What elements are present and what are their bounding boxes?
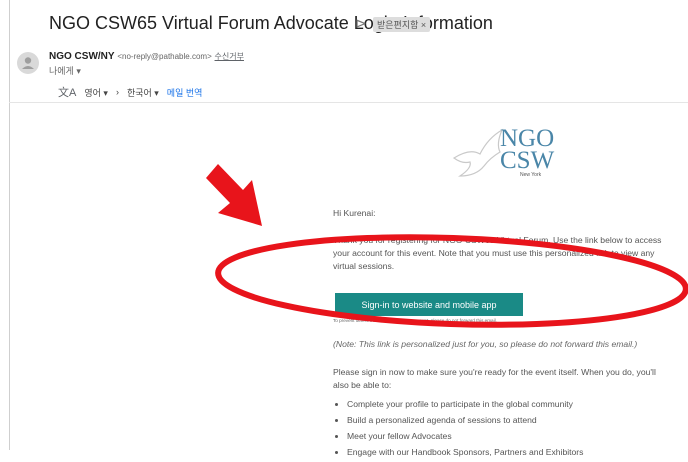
recipient-dropdown[interactable]: 나에게 ▾ xyxy=(49,64,81,77)
intro-paragraph: Thank you for registering for NGO CSW65 … xyxy=(333,235,662,271)
sender-avatar xyxy=(17,52,39,74)
sign-in-button[interactable]: Sign-in to website and mobile app xyxy=(335,293,523,316)
ngo-csw-logo: NGO CSW New York xyxy=(452,125,555,178)
personalized-note: (Note: This link is personalized just fo… xyxy=(333,339,638,349)
logo-csw-text: CSW xyxy=(500,147,555,174)
benefits-list: Complete your profile to participate in … xyxy=(333,398,677,462)
sender-address: <no-reply@pathable.com> xyxy=(117,52,212,61)
logo-newyork-text: New York xyxy=(520,172,542,178)
annotation-arrow xyxy=(206,164,262,226)
importance-marker-icon[interactable]: ⊳ xyxy=(355,15,367,32)
source-language-select[interactable]: 영어 ▾ xyxy=(84,86,108,99)
target-language-select[interactable]: 한국어 ▾ xyxy=(127,86,159,99)
list-item: Engage with our Handbook Sponsors, Partn… xyxy=(347,446,677,462)
list-item: Complete your profile to participate in … xyxy=(347,398,677,414)
sign-in-paragraph: Please sign in now to make sure you're r… xyxy=(333,367,656,390)
header-divider xyxy=(9,102,688,103)
arrow-right-icon: › xyxy=(115,87,119,97)
inbox-label-chip[interactable]: 받은편지함 × xyxy=(373,17,431,32)
list-item: Meet your fellow Advocates xyxy=(347,430,677,446)
list-item: Build a personalized agenda of sessions … xyxy=(347,414,677,430)
left-frame-border xyxy=(0,0,10,450)
sender-line: NGO CSW/NY <no-reply@pathable.com> 수신거부 xyxy=(49,51,244,62)
translate-icon: 文A xyxy=(58,87,77,99)
translate-message-link[interactable]: 메일 번역 xyxy=(167,86,203,99)
greeting-text: Hi Kurenai: xyxy=(333,208,376,218)
translate-bar: 文A 영어 ▾ › 한국어 ▾ 메일 번역 xyxy=(58,84,202,100)
unsubscribe-link[interactable]: 수신거부 xyxy=(215,52,244,61)
fine-print: To prevent others from accessing your ac… xyxy=(333,318,497,323)
person-icon xyxy=(22,57,34,69)
sender-name: NGO CSW/NY xyxy=(49,51,115,62)
